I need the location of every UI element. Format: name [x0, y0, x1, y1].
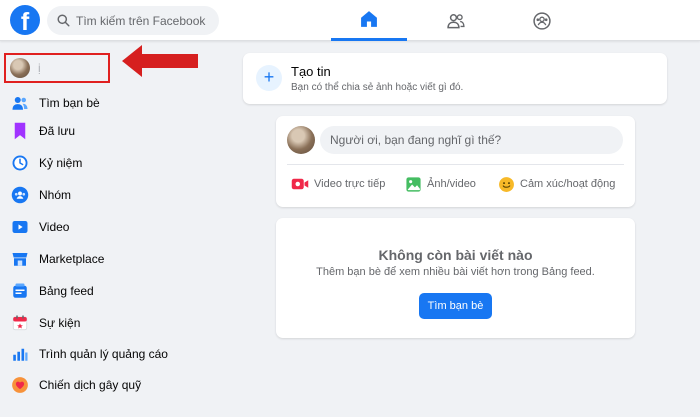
top-navigation-bar: f	[0, 0, 700, 41]
status-input[interactable]	[320, 126, 623, 154]
tab-friends[interactable]	[418, 0, 494, 41]
friends-icon	[10, 93, 30, 113]
profile-name: ị	[38, 61, 42, 75]
search-input[interactable]	[76, 13, 216, 28]
sidebar-item-saved[interactable]: Đã lưu	[10, 117, 75, 145]
story-subtitle: Bạn có thể chia sẻ ảnh hoặc viết gì đó.	[291, 82, 464, 93]
video-icon	[10, 217, 30, 237]
empty-feed-card: Không còn bài viết nào Thêm bạn bè để xe…	[276, 218, 635, 338]
sidebar-item-label: Kỷ niệm	[39, 156, 83, 170]
live-video-button[interactable]: Video trực tiếp	[291, 173, 385, 195]
plus-icon: +	[256, 65, 282, 91]
facebook-logo[interactable]: f	[10, 5, 40, 35]
avatar	[287, 126, 315, 154]
sidebar-item-marketplace[interactable]: Marketplace	[10, 245, 104, 273]
empty-feed-subtitle: Thêm bạn bè để xem nhiều bài viết hơn tr…	[316, 266, 595, 278]
sidebar-item-groups[interactable]: Nhóm	[10, 181, 71, 209]
sidebar-item-label: Marketplace	[39, 252, 105, 266]
tab-groups[interactable]	[504, 0, 580, 41]
friends-icon	[447, 13, 465, 28]
sidebar-item-label: Tìm bạn bè	[39, 96, 100, 110]
avatar	[10, 58, 30, 78]
sidebar-item-label: Chiến dịch gây quỹ	[39, 378, 142, 392]
smile-icon	[498, 176, 515, 193]
sidebar-item-label: Sự kiện	[39, 316, 81, 330]
search-box[interactable]	[47, 6, 219, 35]
sidebar-item-label: Đã lưu	[39, 124, 76, 138]
sidebar-profile[interactable]: ị	[4, 53, 110, 83]
photo-icon	[405, 176, 422, 193]
sidebar-item-label: Video	[39, 220, 70, 234]
feeling-activity-button[interactable]: Cảm xúc/hoạt động	[498, 173, 615, 195]
tab-home[interactable]	[331, 0, 407, 41]
sidebar-item-feed[interactable]: Bảng feed	[10, 277, 94, 305]
groups-icon	[10, 185, 30, 205]
create-story-card[interactable]: + Tạo tin Bạn có thể chia sẻ ảnh hoặc vi…	[243, 53, 667, 104]
action-label: Cảm xúc/hoạt động	[520, 178, 616, 190]
sidebar-item-label: Nhóm	[39, 188, 72, 202]
sidebar-item-memories[interactable]: Kỷ niệm	[10, 149, 82, 177]
home-icon	[361, 11, 377, 27]
clock-icon	[10, 153, 30, 173]
action-label: Ảnh/video	[427, 178, 476, 190]
sidebar-item-label: Trình quản lý quảng cáo	[39, 347, 168, 361]
divider	[287, 164, 624, 165]
bookmark-icon	[10, 121, 30, 141]
chart-icon	[10, 344, 30, 364]
feed-icon	[10, 281, 30, 301]
photo-video-button[interactable]: Ảnh/video	[405, 173, 476, 195]
store-icon	[10, 249, 30, 269]
sidebar-item-find-friends[interactable]: Tìm bạn bè	[10, 89, 100, 117]
story-title: Tạo tin	[291, 64, 331, 79]
sidebar-item-fundraisers[interactable]: Chiến dịch gây quỹ	[10, 371, 141, 399]
sidebar-item-ads-manager[interactable]: Trình quản lý quảng cáo	[10, 340, 168, 368]
sidebar-item-label: Bảng feed	[39, 284, 94, 298]
heart-icon	[10, 375, 30, 395]
red-arrow-annotation	[122, 45, 198, 77]
find-friends-button[interactable]: Tìm bạn bè	[419, 293, 492, 319]
search-icon	[57, 14, 70, 27]
live-video-icon	[291, 176, 309, 192]
calendar-icon	[10, 313, 30, 333]
post-composer: Video trực tiếp Ảnh/video Cảm xúc/hoạt đ…	[276, 116, 635, 207]
groups-icon	[533, 11, 551, 30]
action-label: Video trực tiếp	[314, 178, 386, 190]
sidebar-item-video[interactable]: Video	[10, 213, 69, 241]
sidebar-item-events[interactable]: Sự kiện	[10, 309, 80, 337]
empty-feed-title: Không còn bài viết nào	[378, 247, 533, 263]
